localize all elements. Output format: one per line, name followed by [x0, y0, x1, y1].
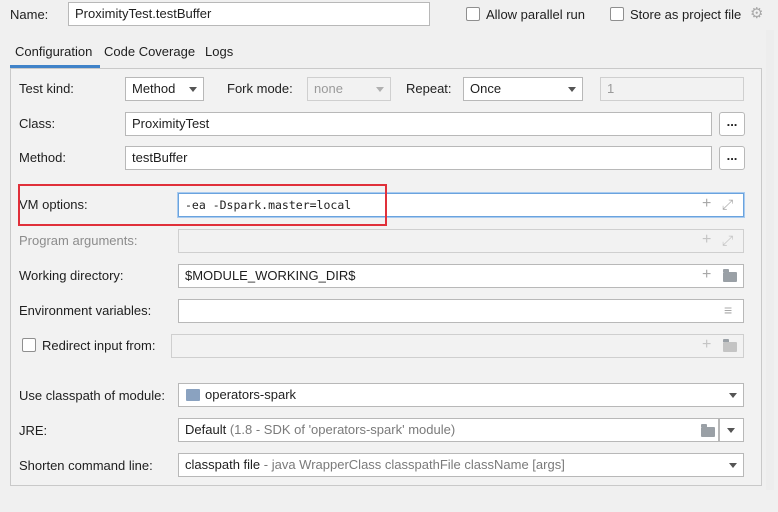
folder-icon[interactable] [701, 424, 715, 437]
classpath-module-select[interactable]: operators-spark [178, 383, 744, 407]
chevron-down-icon [729, 393, 737, 398]
chevron-down-icon [376, 87, 384, 92]
class-label: Class: [19, 116, 56, 131]
test-kind-value: Method [132, 81, 176, 96]
program-arguments-input[interactable] [178, 229, 744, 253]
store-as-project-file-label: Store as project file [630, 7, 742, 22]
plus-icon[interactable]: + [702, 196, 711, 212]
gear-icon[interactable]: ⚙ [750, 6, 763, 22]
fork-mode-value: none [314, 81, 343, 96]
repeat-count-input[interactable]: 1 [600, 77, 744, 101]
allow-parallel-run-label: Allow parallel run [486, 7, 585, 22]
plus-icon[interactable]: + [702, 337, 711, 353]
shorten-command-line-label: Shorten command line: [19, 458, 153, 473]
environment-variables-input[interactable] [178, 299, 744, 323]
environment-variables-label: Environment variables: [19, 303, 152, 318]
shorten-command-line-select[interactable]: classpath file - java WrapperClass class… [178, 453, 744, 477]
repeat-label: Repeat: [406, 81, 452, 96]
chevron-down-icon [727, 428, 735, 433]
test-kind-label: Test kind: [19, 81, 74, 96]
class-browse-button[interactable]: ... [719, 112, 745, 136]
shorten-command-line-hint: - java WrapperClass classpathFile classN… [263, 457, 565, 472]
tab-logs[interactable]: Logs [205, 44, 233, 60]
redirect-input-label: Redirect input from: [42, 338, 156, 353]
document-icon[interactable]: ≡ [724, 302, 732, 318]
method-label: Method: [19, 150, 66, 165]
redirect-input-field[interactable] [171, 334, 744, 358]
folder-icon[interactable] [723, 269, 737, 282]
chevron-down-icon [729, 463, 737, 468]
chevron-down-icon [568, 87, 576, 92]
method-browse-button[interactable]: ... [719, 146, 745, 170]
method-input[interactable]: testBuffer [125, 146, 712, 170]
name-input[interactable]: ProximityTest.testBuffer [68, 2, 430, 26]
module-folder-icon [186, 389, 200, 401]
test-kind-select[interactable]: Method [125, 77, 204, 101]
tab-configuration[interactable]: Configuration [15, 44, 92, 60]
jre-hint: (1.8 - SDK of 'operators-spark' module) [229, 422, 456, 437]
folder-icon[interactable] [723, 339, 737, 352]
plus-icon[interactable]: + [702, 232, 711, 248]
jre-value: Default [185, 422, 227, 437]
expand-icon[interactable]: ⤢ [722, 196, 733, 212]
program-arguments-label: Program arguments: [19, 233, 138, 248]
name-label: Name: [10, 7, 49, 22]
jre-dropdown-button[interactable] [719, 418, 744, 442]
repeat-value: Once [470, 81, 502, 96]
allow-parallel-run-checkbox[interactable] [466, 7, 480, 21]
plus-icon[interactable]: + [702, 267, 711, 283]
fork-mode-label: Fork mode: [227, 81, 293, 96]
jre-select[interactable]: Default (1.8 - SDK of 'operators-spark' … [178, 418, 719, 442]
scrollbar-track[interactable] [766, 30, 774, 490]
classpath-module-value: operators-spark [205, 387, 297, 402]
class-input[interactable]: ProximityTest [125, 112, 712, 136]
store-as-project-file-checkbox[interactable] [610, 7, 624, 21]
fork-mode-select[interactable]: none [307, 77, 391, 101]
redirect-input-checkbox[interactable] [22, 338, 36, 352]
working-directory-label: Working directory: [19, 268, 124, 283]
working-directory-input[interactable]: $MODULE_WORKING_DIR$ [178, 264, 744, 288]
tab-code-coverage[interactable]: Code Coverage [104, 44, 195, 60]
shorten-command-line-value: classpath file [185, 457, 261, 472]
expand-icon[interactable]: ⤢ [722, 232, 733, 248]
classpath-module-label: Use classpath of module: [19, 388, 165, 403]
chevron-down-icon [189, 87, 197, 92]
repeat-select[interactable]: Once [463, 77, 583, 101]
highlight-box [18, 184, 387, 226]
jre-label: JRE: [19, 423, 48, 438]
